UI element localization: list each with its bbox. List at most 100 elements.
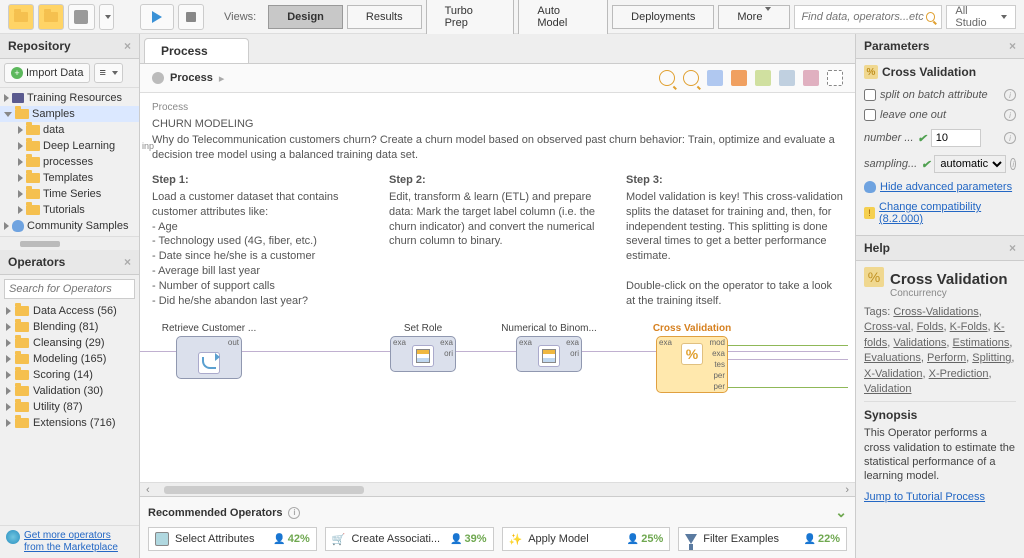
canvas-tool[interactable] <box>707 70 723 86</box>
close-icon[interactable]: × <box>124 255 131 269</box>
operator-tree: Data Access (56) Blending (81) Cleansing… <box>0 303 139 525</box>
checkbox[interactable] <box>864 89 876 101</box>
info-icon[interactable]: i <box>1004 89 1016 101</box>
tree-item[interactable]: Time Series <box>0 186 139 202</box>
stop-button[interactable] <box>178 4 204 30</box>
canvas-tool[interactable] <box>779 70 795 86</box>
info-icon[interactable]: i <box>288 507 300 519</box>
op-cat[interactable]: Modeling (165) <box>0 351 139 367</box>
info-icon[interactable]: i <box>1004 109 1016 121</box>
operator-numerical-binominal[interactable]: Numerical to Binom... exaexa ori <box>516 336 582 372</box>
rec-op-select-attributes[interactable]: Select Attributes👤42% <box>148 527 317 551</box>
view-tab-more[interactable]: More <box>718 5 790 29</box>
open-folder-button[interactable] <box>38 4 64 30</box>
marketplace-link[interactable]: Get more operators from the Marketplace <box>0 525 139 558</box>
jump-tutorial-link[interactable]: Jump to Tutorial Process <box>864 491 985 503</box>
cross-validation-icon: % <box>864 267 884 287</box>
op-cat[interactable]: Data Access (56) <box>0 303 139 319</box>
repo-menu-button[interactable]: ≡ <box>94 63 122 83</box>
op-cat[interactable]: Cleansing (29) <box>0 335 139 351</box>
wire <box>140 351 840 352</box>
op-cat[interactable]: Validation (30) <box>0 383 139 399</box>
horizontal-scrollbar[interactable]: ‹› <box>140 482 855 496</box>
import-data-button[interactable]: +Import Data <box>4 63 90 83</box>
view-tab-deployments[interactable]: Deployments <box>612 5 714 29</box>
op-cat[interactable]: Blending (81) <box>0 319 139 335</box>
table-icon <box>542 349 556 363</box>
run-button[interactable] <box>140 4 174 30</box>
new-folder-button[interactable] <box>8 4 34 30</box>
view-tab-results[interactable]: Results <box>347 5 422 29</box>
canvas-tool[interactable] <box>827 70 843 86</box>
studio-dropdown[interactable]: All Studio <box>946 5 1016 29</box>
param-leave-one-out[interactable]: leave one outi <box>864 105 1016 125</box>
save-dropdown[interactable] <box>99 4 114 30</box>
op-icon <box>155 532 169 546</box>
zoom-in-button[interactable] <box>659 70 675 86</box>
folder-icon <box>15 322 29 332</box>
tree-item[interactable]: Deep Learning <box>0 138 139 154</box>
view-tab-automodel[interactable]: Auto Model <box>518 0 608 35</box>
scrollbar[interactable] <box>0 236 139 250</box>
folder-icon <box>26 125 40 135</box>
number-input[interactable] <box>931 129 981 147</box>
search-icon <box>926 12 935 22</box>
checkbox[interactable] <box>864 109 876 121</box>
person-icon <box>864 181 876 193</box>
percent-icon: % <box>686 346 698 362</box>
tree-item[interactable]: Training Resources <box>0 90 139 106</box>
tab-process[interactable]: Process <box>144 38 249 63</box>
folder-icon <box>15 354 29 364</box>
info-icon[interactable]: i <box>1004 132 1016 144</box>
param-split-on-batch[interactable]: split on batch attributei <box>864 85 1016 105</box>
chevron-down-icon <box>765 7 771 23</box>
tree-item[interactable]: Community Samples <box>0 218 139 234</box>
canvas-tool[interactable] <box>755 70 771 86</box>
help-header: Help× <box>856 236 1024 261</box>
op-cat[interactable]: Scoring (14) <box>0 367 139 383</box>
chevron-down-icon[interactable]: ⌄ <box>835 504 847 521</box>
views-label: Views: <box>224 11 256 23</box>
cart-icon: 🛒 <box>332 533 346 546</box>
operator-retrieve[interactable]: Retrieve Customer ... out <box>176 336 242 379</box>
tree-item[interactable]: data <box>0 122 139 138</box>
op-cat[interactable]: Utility (87) <box>0 399 139 415</box>
tree-item[interactable]: Tutorials <box>0 202 139 218</box>
operator-search-input[interactable] <box>4 279 135 299</box>
close-icon[interactable]: × <box>1009 241 1016 255</box>
folder-icon <box>44 12 58 22</box>
help-op-sub: Concurrency <box>890 288 1008 299</box>
change-compat-link[interactable]: !Change compatibility (8.2.000) <box>864 197 1016 229</box>
tree-item[interactable]: processes <box>0 154 139 170</box>
op-cat[interactable]: Extensions (716) <box>0 415 139 431</box>
zoom-out-button[interactable] <box>683 70 699 86</box>
process-root-icon[interactable] <box>152 72 164 84</box>
view-tab-turboprep[interactable]: Turbo Prep <box>426 0 515 35</box>
tree-item[interactable]: Templates <box>0 170 139 186</box>
save-button[interactable] <box>68 4 94 30</box>
hide-advanced-link[interactable]: Hide advanced parameters <box>864 177 1016 197</box>
rec-op-filter-examples[interactable]: Filter Examples👤22% <box>678 527 847 551</box>
process-canvas[interactable]: inp Process CHURN MODELING Why do Teleco… <box>140 93 855 482</box>
parameters-header: Parameters× <box>856 34 1024 59</box>
tool-icon <box>803 70 819 86</box>
canvas-tool[interactable] <box>803 70 819 86</box>
global-search[interactable] <box>794 5 942 29</box>
view-tab-design[interactable]: Design <box>268 5 343 29</box>
tree-item-samples[interactable]: Samples <box>0 106 139 122</box>
funnel-icon <box>685 534 697 544</box>
close-icon[interactable]: × <box>1009 39 1016 53</box>
cross-validation-icon: % <box>864 65 878 79</box>
operator-setrole[interactable]: Set Role exaexa ori <box>390 336 456 372</box>
zoom-icon <box>683 70 699 86</box>
operator-cross-validation[interactable]: Cross Validation examod exa tes per per … <box>656 336 728 393</box>
folder-icon <box>15 386 29 396</box>
sampling-select[interactable]: automatic <box>934 155 1006 173</box>
search-input[interactable] <box>801 11 926 23</box>
rec-op-apply-model[interactable]: ✨Apply Model👤25% <box>502 527 671 551</box>
info-icon[interactable]: i <box>1010 158 1016 170</box>
close-icon[interactable]: × <box>124 39 131 53</box>
rec-op-create-assoc[interactable]: 🛒Create Associati...👤39% <box>325 527 494 551</box>
canvas-tool[interactable] <box>731 70 747 86</box>
breadcrumb-process[interactable]: Process <box>170 72 213 84</box>
